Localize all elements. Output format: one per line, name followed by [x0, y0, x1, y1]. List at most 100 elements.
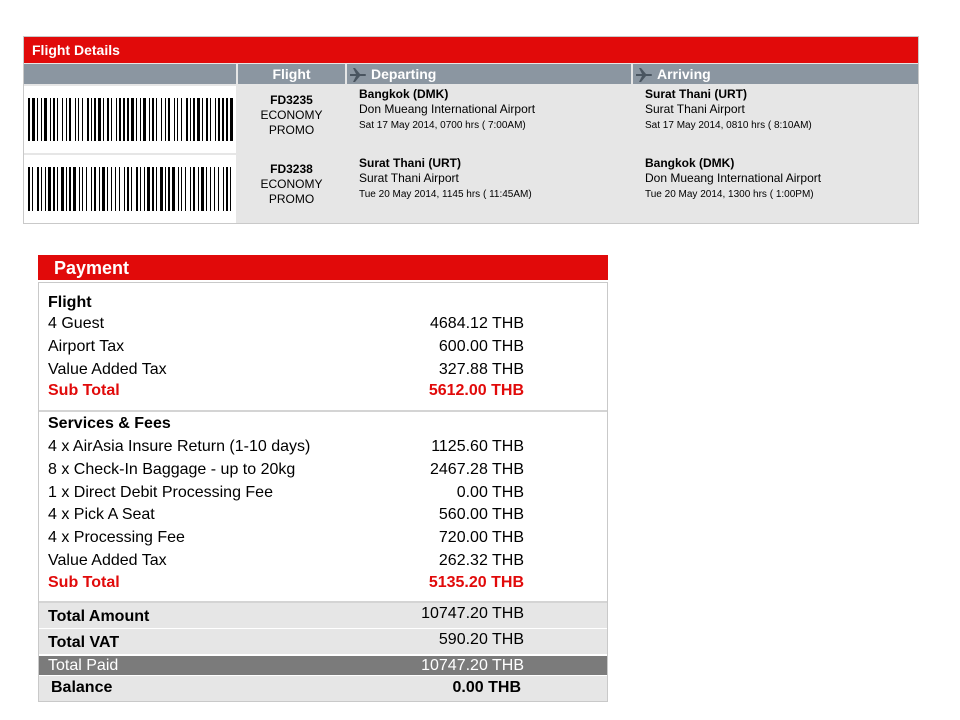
- barcode-bar: [66, 167, 67, 211]
- barcode-bar: [53, 167, 55, 211]
- header-departing-label: Departing: [371, 66, 437, 82]
- barcode-bar: [91, 167, 92, 211]
- barcode-bar: [160, 167, 163, 211]
- barcode-bar: [140, 167, 141, 211]
- barcode-bar: [177, 98, 178, 141]
- barcode-bar: [198, 167, 199, 211]
- row-value: 720.00 THB: [438, 529, 524, 546]
- barcode-bar: [111, 98, 112, 141]
- barcode-bar: [147, 167, 150, 211]
- section-divider: [39, 410, 607, 412]
- barcode-bar: [79, 167, 80, 211]
- services-subtotal-row: Sub Total 5135.20 THB: [48, 572, 524, 594]
- subtotal-value: 5612.00 THB: [428, 382, 524, 399]
- barcode-bar: [44, 98, 47, 141]
- barcode-bar: [136, 167, 138, 211]
- barcode-bar: [124, 167, 125, 211]
- barcode-bar: [165, 167, 166, 211]
- total-vat-row: Total VAT 590.20 THB: [39, 629, 607, 654]
- row-value: 1125.60 THB: [431, 438, 524, 455]
- departing-cell-1: Bangkok (DMK) Don Mueang International A…: [347, 86, 631, 153]
- barcode-bar: [210, 98, 211, 141]
- barcode-bar: [140, 98, 141, 141]
- barcode-bar: [156, 98, 157, 141]
- payment-row: 4 x Processing Fee 720.00 THB: [48, 527, 524, 549]
- barcode-bar: [136, 98, 137, 141]
- barcode-bar: [168, 98, 170, 141]
- barcode-bar: [201, 167, 204, 211]
- barcode-bar: [156, 167, 157, 211]
- departing-datetime: Tue 20 May 2014, 1145 hrs ( 11:45AM): [359, 189, 532, 200]
- barcode-bar: [144, 167, 145, 211]
- barcode-bar: [61, 167, 64, 211]
- barcode-bar: [149, 98, 150, 141]
- barcode-bar: [75, 98, 76, 141]
- payment-row: 8 x Check-In Baggage - up to 20kg 2467.2…: [48, 459, 524, 481]
- row-value: 560.00 THB: [438, 506, 524, 523]
- payment-panel: Flight 4 Guest 4684.12 THB Airport Tax 6…: [38, 282, 608, 702]
- plane-icon: [636, 68, 652, 83]
- arriving-cell-1: Surat Thani (URT) Surat Thani Airport Sa…: [633, 86, 918, 153]
- arriving-city: Surat Thani (URT): [645, 87, 747, 101]
- barcode-bar: [143, 98, 146, 141]
- row-value: 262.32 THB: [438, 552, 524, 569]
- plane-icon: [350, 68, 366, 83]
- payment-row: Value Added Tax 262.32 THB: [48, 550, 524, 572]
- barcode-bar: [178, 167, 179, 211]
- barcode-bar: [123, 98, 125, 141]
- barcode-bar: [115, 167, 116, 211]
- arriving-cell-2: Bangkok (DMK) Don Mueang International A…: [633, 155, 918, 223]
- departing-datetime: Sat 17 May 2014, 0700 hrs ( 7:00AM): [359, 120, 526, 131]
- barcode-bar: [181, 98, 182, 141]
- barcode-bar: [78, 98, 79, 141]
- barcode-bar: [152, 167, 154, 211]
- barcode-bar: [230, 167, 231, 211]
- barcode-bar: [41, 98, 42, 141]
- barcode-1: [24, 86, 236, 153]
- barcode-bar: [119, 167, 120, 211]
- payment-title: Payment: [38, 255, 608, 280]
- barcode-bar: [28, 167, 30, 211]
- total-paid-value: 10747.20 THB: [421, 657, 524, 674]
- flight-cell-2: FD3238 ECONOMY PROMO: [238, 155, 345, 223]
- barcode-bar: [107, 98, 109, 141]
- barcode-bar: [181, 167, 182, 211]
- row-value: 4684.12 THB: [430, 315, 524, 332]
- barcode-bar: [197, 98, 200, 141]
- barcode-bar: [202, 98, 203, 141]
- payment-row: 4 x AirAsia Insure Return (1-10 days) 11…: [48, 436, 524, 458]
- barcode-bar: [57, 167, 58, 211]
- row-label: 4 x Pick A Seat: [48, 506, 155, 523]
- barcode-header: [24, 64, 236, 84]
- barcode-bar: [230, 98, 233, 141]
- payment-row: Airport Tax 600.00 THB: [48, 336, 524, 358]
- row-label: 4 Guest: [48, 315, 105, 332]
- barcode-bar: [152, 98, 154, 141]
- barcode-bar: [190, 98, 191, 141]
- total-amount-row: Total Amount 10747.20 THB: [39, 603, 607, 628]
- subtotal-label: Sub Total: [48, 382, 120, 399]
- barcode-bar: [111, 167, 112, 211]
- barcode-bar: [86, 167, 87, 211]
- fare-class: ECONOMY: [260, 177, 323, 191]
- barcode-bar: [222, 98, 224, 141]
- barcode-bar: [99, 167, 100, 211]
- payment-row: 1 x Direct Debit Processing Fee 0.00 THB: [48, 482, 524, 504]
- barcode-bar: [206, 167, 207, 211]
- barcode-bar: [87, 98, 89, 141]
- row-value: 327.88 THB: [438, 361, 524, 378]
- barcode-bar: [127, 167, 129, 211]
- row-label: 1 x Direct Debit Processing Fee: [48, 484, 273, 501]
- flight-details-panel: Flight Details Flight Departing Arriving…: [23, 36, 919, 224]
- departing-cell-2: Surat Thani (URT) Surat Thani Airport Tu…: [347, 155, 631, 223]
- arriving-city: Bangkok (DMK): [645, 156, 735, 170]
- row-label: Airport Tax: [48, 338, 125, 355]
- barcode-bar: [62, 98, 63, 141]
- departing-city: Bangkok (DMK): [359, 87, 449, 101]
- barcode-bar: [82, 167, 83, 211]
- barcode-bar: [131, 167, 132, 211]
- payment-row: 4 x Pick A Seat 560.00 THB: [48, 504, 524, 526]
- total-vat-label: Total VAT: [48, 634, 120, 651]
- row-label: Value Added Tax: [48, 552, 167, 569]
- row-label: Value Added Tax: [48, 361, 167, 378]
